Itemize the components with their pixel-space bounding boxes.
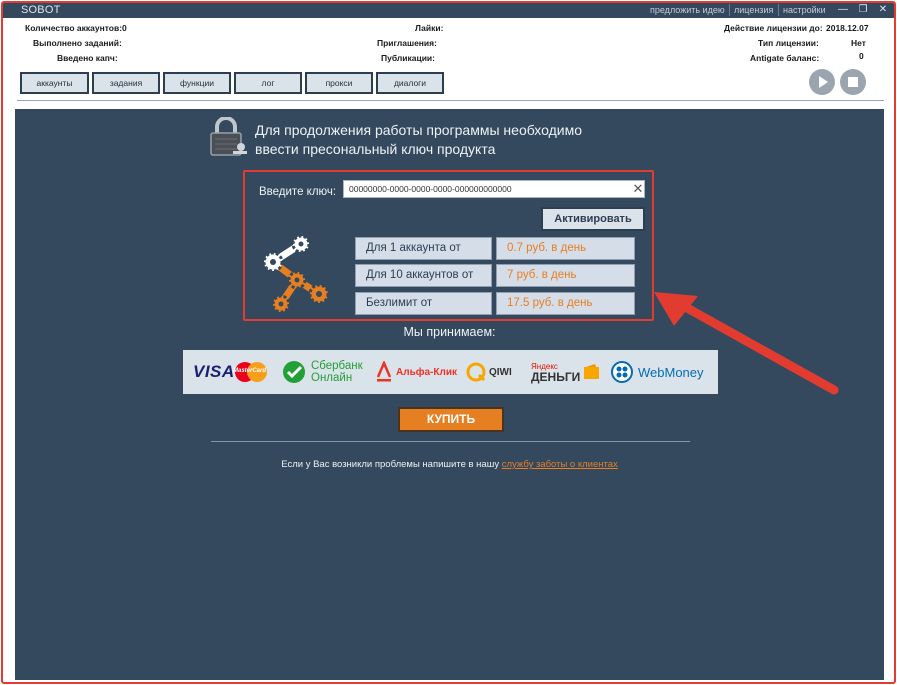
gears-icon <box>262 234 330 314</box>
webmoney-icon <box>611 361 633 383</box>
support-message: Если у Вас возникли проблемы напишите в … <box>281 459 502 470</box>
license-link[interactable]: лицензия <box>734 5 773 15</box>
tab-accounts[interactable]: аккаунты <box>20 72 89 94</box>
price-label-unlimited: Безлимит от <box>355 292 492 315</box>
price-value-1: 0.7 руб. в день <box>496 237 635 260</box>
app-title: SOBOT <box>21 4 61 16</box>
tasks-done-label: Выполнено заданий: <box>33 38 122 48</box>
price-value-10: 7 руб. в день <box>496 264 635 287</box>
price-value-unlimited: 17.5 руб. в день <box>496 292 635 315</box>
tab-tasks[interactable]: задания <box>92 72 160 94</box>
qiwi-logo: QIWI <box>466 350 512 394</box>
divider <box>211 441 690 442</box>
play-icon <box>819 76 828 88</box>
antigate-balance-label: Antigate баланс: <box>750 53 820 63</box>
headline-line-2: ввести пресональный ключ продукта <box>255 141 496 157</box>
license-type-label: Тип лицензии: <box>758 38 819 48</box>
annotation-arrow-icon <box>654 292 839 395</box>
publications-label: Публикации: <box>381 53 435 63</box>
captcha-count-label: Введено капч: <box>57 53 118 63</box>
support-text: Если у Вас возникли проблемы напишите в … <box>15 459 884 470</box>
license-type-value: Нет <box>851 38 866 48</box>
license-key-input[interactable] <box>343 180 645 198</box>
app-window: SOBOT предложить идею лицензия настройки… <box>1 1 896 684</box>
play-button[interactable] <box>809 69 835 95</box>
invites-label: Приглашения: <box>377 38 437 48</box>
accounts-count-value: 0 <box>122 23 127 33</box>
headline-line-1: Для продолжения работы программы необход… <box>255 122 583 138</box>
price-label-10: Для 10 аккаунтов от <box>355 264 492 287</box>
separator <box>778 4 779 16</box>
stop-button[interactable] <box>840 69 866 95</box>
tab-log[interactable]: лог <box>234 72 302 94</box>
accounts-count-label: Количество аккаунтов: <box>25 23 123 33</box>
mastercard-logo: MasterCard <box>232 350 270 394</box>
settings-link[interactable]: настройки <box>783 5 826 15</box>
stop-icon <box>848 77 858 87</box>
likes-label: Лайки: <box>415 23 444 33</box>
license-until-value: 2018.12.07 <box>826 23 869 33</box>
close-icon[interactable]: ✕ <box>875 3 891 17</box>
title-bar: SOBOT предложить идею лицензия настройки… <box>3 3 894 18</box>
key-label: Введите ключ: <box>259 186 337 198</box>
sberbank-logo: Сбербанк Онлайн <box>281 350 363 394</box>
customer-care-link[interactable]: службу заботы о клиентах <box>502 459 618 470</box>
divider <box>17 100 884 101</box>
sberbank-icon <box>283 361 305 383</box>
price-label-1: Для 1 аккаунта от <box>355 237 492 260</box>
clear-input-icon[interactable]: ✕ <box>631 181 645 197</box>
lock-icon <box>210 117 247 156</box>
restore-icon[interactable]: ❐ <box>855 3 871 17</box>
yandex-money-logo: Яндекс ДЕНЬГИ <box>531 350 601 394</box>
license-until-label: Действие лицензии до: <box>724 23 823 33</box>
alfa-click-logo: Альфа-Клик <box>376 350 457 394</box>
separator <box>729 4 730 16</box>
wallet-icon <box>584 364 600 379</box>
alfa-icon <box>376 361 392 382</box>
suggest-idea-link[interactable]: предложить идею <box>650 5 725 15</box>
tab-proxy[interactable]: прокси <box>305 72 373 94</box>
activation-box: Введите ключ: ✕ Активировать Для <box>243 170 654 321</box>
qiwi-icon <box>466 362 486 382</box>
payment-methods: VISA MasterCard Сбербанк Онлайн Альфа-Кл… <box>183 350 718 394</box>
visa-logo: VISA <box>193 362 235 381</box>
minimize-icon[interactable]: — <box>835 3 851 17</box>
buy-button[interactable]: КУПИТЬ <box>398 407 504 432</box>
tab-functions[interactable]: функции <box>163 72 231 94</box>
tab-dialogs[interactable]: диалоги <box>376 72 444 94</box>
activate-button[interactable]: Активировать <box>541 207 645 231</box>
antigate-balance-value: 0 <box>859 51 864 61</box>
